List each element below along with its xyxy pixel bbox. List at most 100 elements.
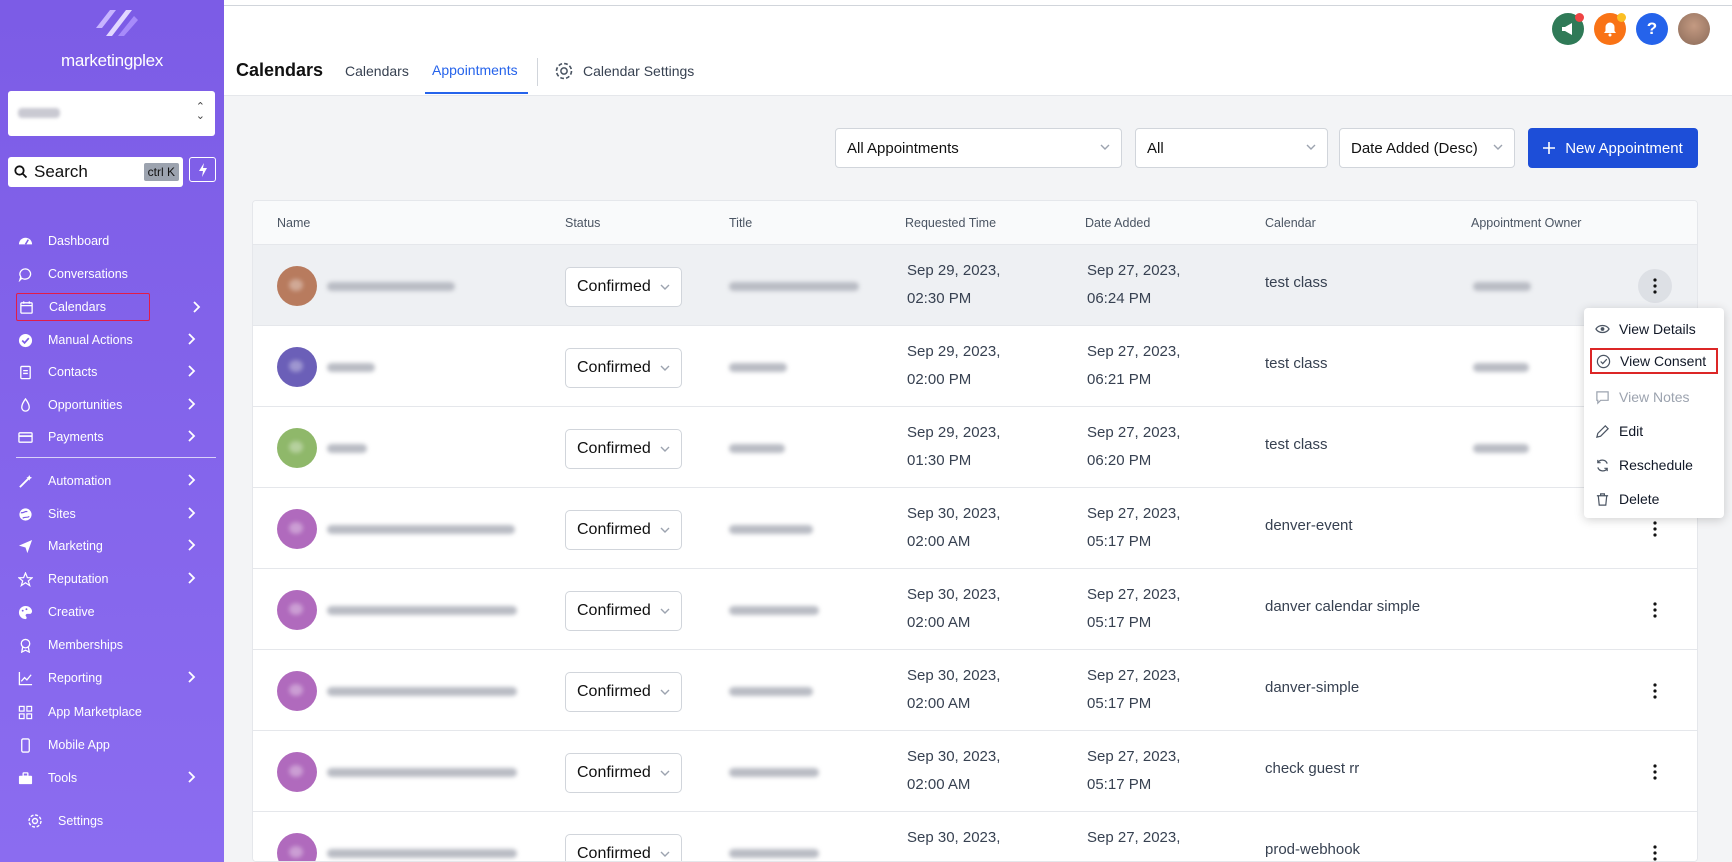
table-row[interactable]: Confirmed Sep 30, 2023, 02:00 AM Sep 27, 20… <box>253 488 1697 569</box>
avatar[interactable] <box>1678 13 1710 45</box>
column-header-title[interactable]: Title <box>729 216 752 230</box>
row-actions-button[interactable] <box>1638 674 1672 708</box>
help-button[interactable]: ? <box>1636 13 1668 45</box>
contact-name-redacted[interactable] <box>327 687 517 696</box>
column-header-requested-time[interactable]: Requested Time <box>905 216 996 230</box>
status-select[interactable]: Confirmed <box>565 348 682 388</box>
added-date: Sep 27, 2023, <box>1087 424 1181 441</box>
status-value: Confirmed <box>577 440 651 457</box>
active-tab-indicator <box>425 92 528 94</box>
avatar <box>277 752 317 792</box>
contact-name-redacted[interactable] <box>327 363 375 372</box>
select-value: All Appointments <box>847 139 959 157</box>
sidebar-item-opportunities[interactable]: Opportunities <box>16 391 214 419</box>
date-added: Sep 27, 2023, 05:17 PM <box>1087 662 1180 718</box>
sidebar-item-marketing[interactable]: Marketing <box>16 532 214 560</box>
notes-icon <box>1594 389 1610 405</box>
contact-name-redacted[interactable] <box>327 444 367 453</box>
title-redacted <box>729 363 787 372</box>
sidebar-item-manual-actions[interactable]: Manual Actions <box>16 326 214 354</box>
sidebar-item-app-marketplace[interactable]: App Marketplace <box>16 698 214 726</box>
appointment-type-select[interactable]: All Appointments <box>835 128 1122 168</box>
contact-name-redacted[interactable] <box>327 525 515 534</box>
status-value: Confirmed <box>577 683 651 700</box>
sort-select[interactable]: Date Added (Desc) <box>1339 128 1515 168</box>
added-date: Sep 27, 2023, <box>1087 829 1181 846</box>
card-icon <box>16 428 34 446</box>
menu-item-view-consent[interactable]: View Consent <box>1590 348 1718 374</box>
header-top-line <box>224 5 1732 6</box>
table-row[interactable]: Confirmed Sep 30, 2023, 02:00 AM Sep 27, 20… <box>253 650 1697 731</box>
sidebar-item-dashboard[interactable]: Dashboard <box>16 227 214 255</box>
select-value: All <box>1147 139 1164 157</box>
avatar <box>277 590 317 630</box>
table-row[interactable]: Confirmed Sep 29, 2023, 01:30 PM Sep 27, 20… <box>253 407 1697 488</box>
status-select[interactable]: Confirmed <box>565 267 682 307</box>
account-switcher[interactable]: ⌃ ⌄ <box>8 91 215 136</box>
date-added: Sep 27, 2023, 06:21 PM <box>1087 338 1180 394</box>
sidebar-item-label: Mobile App <box>48 738 110 752</box>
sidebar-item-conversations[interactable]: Conversations <box>16 260 214 288</box>
row-actions-button[interactable] <box>1638 755 1672 789</box>
owner-redacted <box>1473 282 1531 291</box>
column-header-date-added[interactable]: Date Added <box>1085 216 1150 230</box>
menu-item-view-details[interactable]: View Details <box>1594 316 1696 342</box>
sidebar-item-calendars[interactable]: Calendars <box>16 293 201 321</box>
chevron-down-icon <box>1306 144 1316 150</box>
check-circle-icon <box>1595 353 1611 369</box>
sidebar-item-automation[interactable]: Automation <box>16 467 214 495</box>
status-select[interactable]: Confirmed <box>565 834 682 861</box>
menu-item-reschedule[interactable]: Reschedule <box>1594 452 1693 478</box>
new-appointment-button[interactable]: New Appointment <box>1528 128 1698 168</box>
column-header-status[interactable]: Status <box>565 216 600 230</box>
status-select[interactable]: Confirmed <box>565 753 682 793</box>
contact-name-redacted[interactable] <box>327 849 517 858</box>
status-select[interactable]: Confirmed <box>565 591 682 631</box>
tab-calendars[interactable]: Calendars <box>345 63 409 79</box>
status-filter-select[interactable]: All <box>1135 128 1328 168</box>
sidebar-item-tools[interactable]: Tools <box>16 764 214 792</box>
tab-calendar-settings[interactable]: Calendar Settings <box>554 61 694 81</box>
sidebar-item-label: Dashboard <box>48 234 110 248</box>
sidebar-item-settings[interactable]: Settings <box>26 807 224 835</box>
kebab-menu-icon <box>1653 602 1657 618</box>
table-row[interactable]: Confirmed Sep 29, 2023, 02:00 PM Sep 27, 20… <box>253 326 1697 407</box>
contact-name-redacted[interactable] <box>327 768 517 777</box>
table-row[interactable]: Confirmed Sep 30, 2023, 02:00 AM Sep 27, 20… <box>253 569 1697 650</box>
sidebar-item-creative[interactable]: Creative <box>16 598 214 626</box>
sidebar-item-sites[interactable]: Sites <box>16 500 214 528</box>
sidebar-item-payments[interactable]: Payments <box>16 423 214 451</box>
column-header-appointment-owner[interactable]: Appointment Owner <box>1471 216 1581 230</box>
sidebar-item-reputation[interactable]: Reputation <box>16 565 214 593</box>
chevron-down-icon <box>660 527 670 533</box>
sidebar-item-reporting[interactable]: Reporting <box>16 664 214 692</box>
menu-item-edit[interactable]: Edit <box>1594 418 1643 444</box>
status-select[interactable]: Confirmed <box>565 672 682 712</box>
chevron-right-icon <box>188 398 196 410</box>
title-redacted <box>729 687 813 696</box>
column-header-calendar[interactable]: Calendar <box>1265 216 1316 230</box>
status-select[interactable]: Confirmed <box>565 429 682 469</box>
announcements-button[interactable] <box>1552 13 1584 45</box>
table-row[interactable]: Confirmed Sep 30, 2023, 02:00 AM Sep 27, 20… <box>253 731 1697 812</box>
menu-item-delete[interactable]: Delete <box>1594 486 1659 512</box>
requested-date: Sep 30, 2023, <box>907 748 1001 765</box>
sidebar-item-memberships[interactable]: Memberships <box>16 631 214 659</box>
status-select[interactable]: Confirmed <box>565 510 682 550</box>
table-row[interactable]: Confirmed Sep 30, 2023, Sep 27, 2023, prod-… <box>253 812 1697 861</box>
tab-appointments[interactable]: Appointments <box>432 62 518 78</box>
column-header-name[interactable]: Name <box>277 216 310 230</box>
sidebar-item-mobile-app[interactable]: Mobile App <box>16 731 214 759</box>
contact-name-redacted[interactable] <box>327 606 517 615</box>
notification-dot <box>1575 13 1584 22</box>
row-actions-button[interactable] <box>1638 593 1672 627</box>
contact-name-redacted[interactable] <box>327 282 455 291</box>
search-input[interactable]: Search ctrl K <box>8 157 183 187</box>
sidebar-item-contacts[interactable]: Contacts <box>16 358 214 386</box>
table-row[interactable]: Confirmed Sep 29, 2023, 02:30 PM Sep 27, 20… <box>253 245 1697 326</box>
row-actions-button[interactable] <box>1638 269 1672 303</box>
brand-logo[interactable]: marketingplex <box>0 6 224 71</box>
row-actions-button[interactable] <box>1638 836 1672 861</box>
quick-actions-button[interactable] <box>189 157 216 182</box>
notifications-button[interactable] <box>1594 13 1626 45</box>
